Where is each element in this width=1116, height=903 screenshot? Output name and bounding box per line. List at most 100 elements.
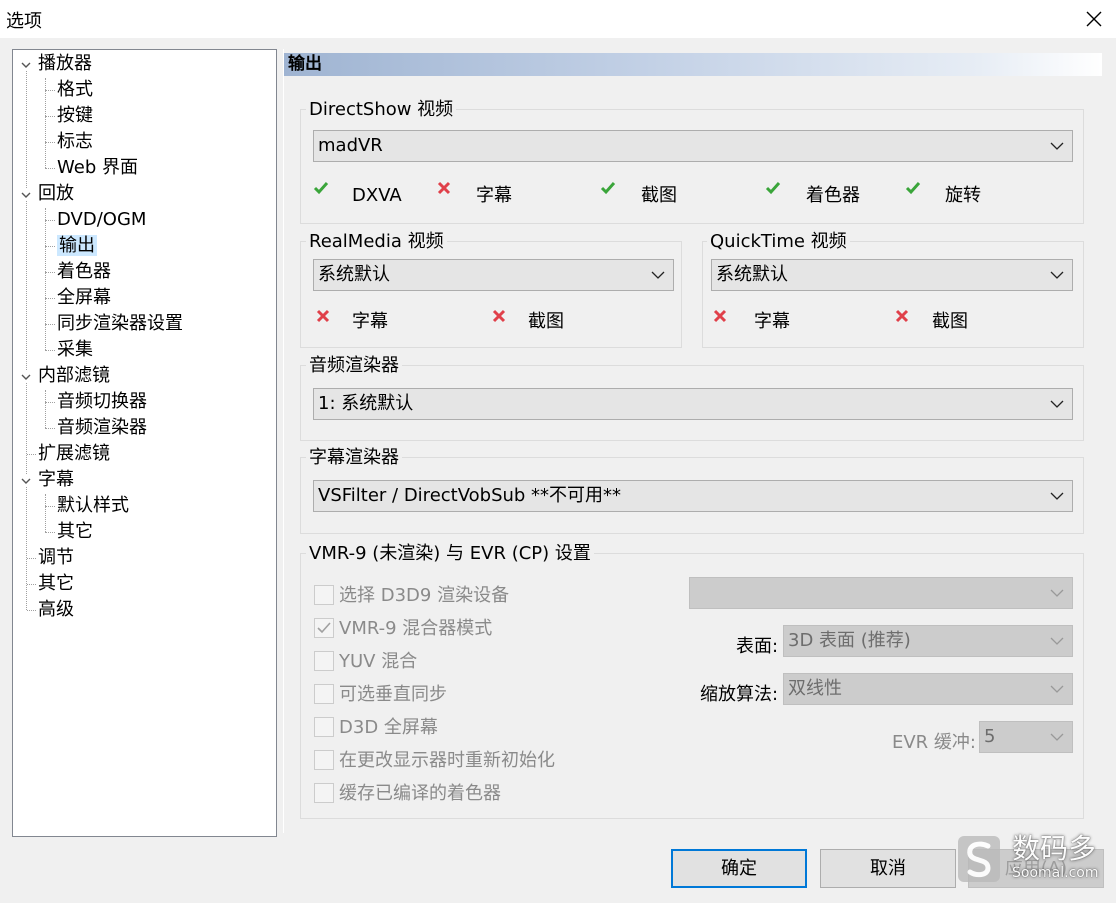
checkbox-reinit-on-display-change[interactable]	[314, 750, 334, 770]
tree-item[interactable]: 按键	[57, 104, 93, 128]
tree-guide-line	[45, 390, 46, 428]
checkbox-d3d9-device[interactable]	[314, 585, 334, 605]
tree-item[interactable]: 扩展滤镜	[38, 442, 110, 466]
tree-item[interactable]: 内部滤镜	[38, 364, 110, 388]
tree-item[interactable]: DVD/OGM	[57, 208, 146, 232]
tree-connector	[45, 90, 55, 91]
directshow-renderer-value: madVR	[318, 135, 383, 156]
tree-item[interactable]: 输出	[57, 234, 97, 258]
quicktime-flag-subtitles: 字幕	[754, 311, 790, 332]
surface-select[interactable]: 3D 表面 (推荐)	[783, 625, 1073, 657]
tree-item[interactable]: 标志	[57, 130, 93, 154]
checkbox-yuv-mixing[interactable]	[314, 651, 334, 671]
tree-item-label: 调节	[38, 547, 74, 568]
tree-item-label: 字幕	[38, 469, 74, 490]
chevron-down-icon	[1050, 271, 1064, 279]
realmedia-group-label: RealMedia 视频	[306, 231, 447, 253]
quicktime-renderer-select[interactable]: 系统默认	[711, 259, 1073, 291]
tree-item[interactable]: 同步渲染器设置	[57, 312, 183, 336]
chevron-down-icon[interactable]	[20, 371, 32, 383]
tree-item[interactable]: 播放器	[38, 52, 92, 76]
audio-renderer-select[interactable]: 1: 系统默认	[313, 388, 1073, 420]
soomal-logo-icon	[958, 836, 1000, 882]
chevron-down-icon	[651, 271, 665, 279]
tree-item-label: 内部滤镜	[38, 365, 110, 386]
tree-connector	[45, 272, 55, 273]
checkbox-label: YUV 混合	[339, 651, 418, 672]
evr-buffer-label: EVR 缓冲:	[892, 732, 976, 753]
tree-item[interactable]: 其它	[57, 520, 93, 544]
cross-icon	[895, 309, 909, 323]
ok-button[interactable]: 确定	[671, 849, 807, 888]
tree-item[interactable]: 其它	[38, 572, 74, 596]
options-tree[interactable]: 播放器格式 按键 标志 Web 界面 回放 DVD/OGM 输出着色器全屏幕同步渲染器设置采…	[12, 49, 277, 837]
tree-item-label: 音频渲染器	[57, 417, 147, 438]
directshow-flag-subtitles: 字幕	[476, 185, 512, 206]
chevron-down-icon[interactable]	[20, 189, 32, 201]
tree-item[interactable]: 全屏幕	[57, 286, 111, 310]
checkbox-label: 在更改显示器时重新初始化	[339, 750, 555, 771]
directshow-renderer-select[interactable]: madVR	[313, 130, 1073, 162]
window-title: 选项	[6, 11, 42, 32]
subtitle-renderer-group-label: 字幕渲染器	[306, 447, 402, 469]
page-header: 输出	[284, 53, 1102, 76]
subtitle-renderer-value: VSFilter / DirectVobSub **不可用**	[318, 485, 622, 506]
tree-connector	[27, 610, 36, 611]
checkbox-label: 缓存已编译的着色器	[339, 783, 501, 804]
tree-connector	[27, 454, 36, 455]
close-icon	[1086, 11, 1102, 27]
subtitle-renderer-select[interactable]: VSFilter / DirectVobSub **不可用**	[313, 480, 1073, 512]
resize-select[interactable]: 双线性	[783, 673, 1073, 705]
tree-item[interactable]: 采集	[57, 338, 93, 362]
checkbox-alt-vsync[interactable]	[314, 684, 334, 704]
tree-item[interactable]: Web 界面	[57, 156, 138, 180]
check-icon	[600, 182, 616, 195]
tree-item[interactable]: 音频渲染器	[57, 416, 147, 440]
tree-item-label: 同步渲染器设置	[57, 313, 183, 334]
tree-connector	[45, 324, 55, 325]
checkbox-cache-shaders[interactable]	[314, 783, 334, 803]
tree-item-label: 高级	[38, 599, 74, 620]
tree-item[interactable]: 格式	[57, 78, 93, 102]
tree-item-label: 输出	[57, 235, 97, 256]
chevron-down-icon	[1050, 142, 1064, 150]
realmedia-renderer-select[interactable]: 系统默认	[313, 259, 674, 291]
tree-item[interactable]: 回放	[38, 182, 74, 206]
evr-buffer-select[interactable]: 5	[979, 721, 1073, 753]
tree-guide-line	[45, 78, 46, 168]
surface-label: 表面:	[736, 636, 779, 657]
tree-item[interactable]: 着色器	[57, 260, 111, 284]
directshow-group-label: DirectShow 视频	[306, 99, 457, 121]
checkbox-d3d-fullscreen[interactable]	[314, 717, 334, 737]
tree-item[interactable]: 音频切换器	[57, 390, 147, 414]
tree-guide-line	[45, 208, 46, 350]
chevron-down-icon	[1050, 637, 1064, 645]
cancel-button[interactable]: 取消	[820, 849, 956, 888]
chevron-down-icon[interactable]	[20, 475, 32, 487]
tree-item-label: 播放器	[38, 53, 92, 74]
tree-item-label: 其它	[38, 573, 74, 594]
title-bar	[0, 0, 1116, 38]
chevron-down-icon[interactable]	[20, 59, 32, 71]
tree-item-label: 着色器	[57, 261, 111, 282]
checkbox-vmr9-mixer[interactable]	[314, 618, 334, 638]
tree-item[interactable]: 调节	[38, 546, 74, 570]
realmedia-renderer-value: 系统默认	[318, 264, 390, 285]
tree-connector	[45, 116, 55, 117]
audio-renderer-value: 1: 系统默认	[318, 393, 414, 414]
tree-item[interactable]: 高级	[38, 598, 74, 622]
tree-connector	[45, 246, 55, 247]
cross-icon	[437, 181, 451, 195]
close-button[interactable]	[1072, 0, 1116, 38]
checkbox-label: VMR-9 混合器模式	[339, 618, 493, 639]
cross-icon	[492, 309, 506, 323]
vmr-evr-group-label: VMR-9 (未渲染) 与 EVR (CP) 设置	[306, 543, 594, 565]
audio-renderer-group-label: 音频渲染器	[306, 355, 402, 377]
chevron-down-icon	[1050, 589, 1064, 597]
tree-item[interactable]: 字幕	[38, 468, 74, 492]
realmedia-flag-screenshot: 截图	[528, 311, 564, 332]
tree-item[interactable]: 默认样式	[57, 494, 129, 518]
check-icon	[905, 182, 921, 195]
directshow-flag-shaders: 着色器	[806, 185, 860, 206]
d3d9-device-select[interactable]	[689, 577, 1073, 609]
